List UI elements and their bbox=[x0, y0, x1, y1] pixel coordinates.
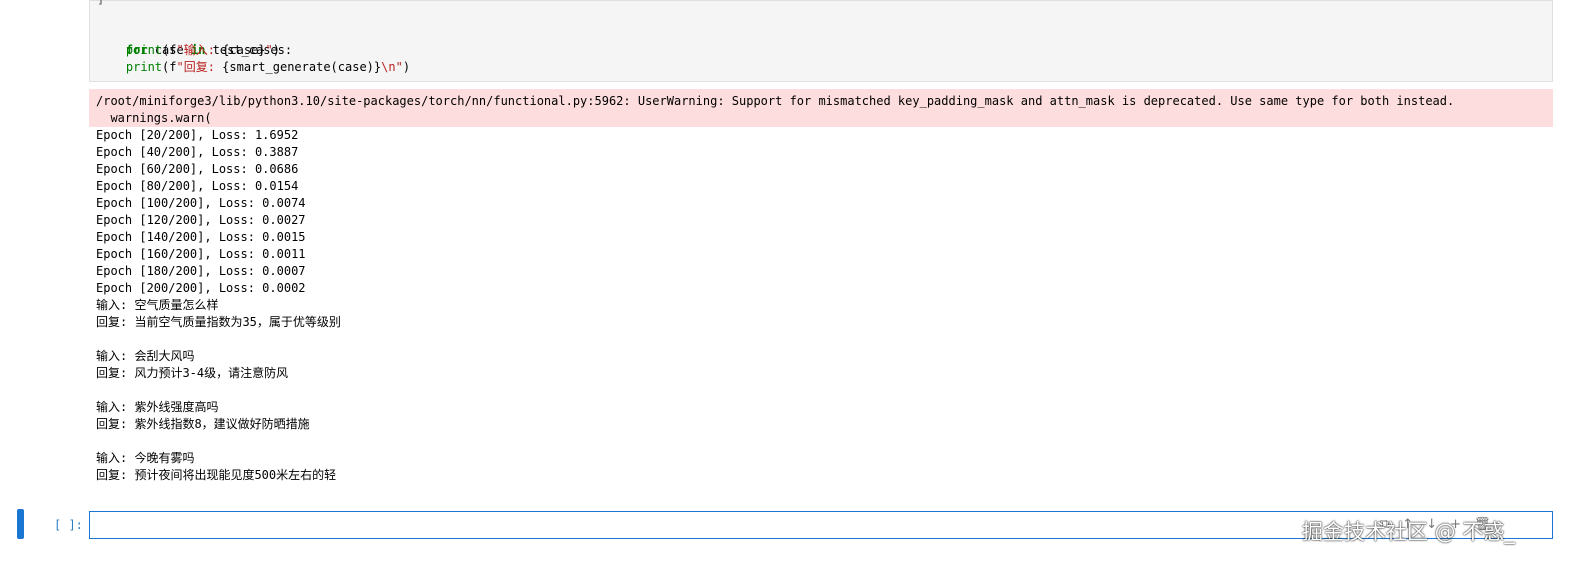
output-line: 输入: 今晚有雾吗 bbox=[96, 451, 195, 465]
output-line: 回复: 紫外线指数8，建议做好防晒措施 bbox=[96, 417, 310, 431]
output-line: Epoch [200/200], Loss: 0.0002 bbox=[96, 281, 306, 295]
stderr-line-1: /root/miniforge3/lib/python3.10/site-pac… bbox=[96, 94, 1455, 108]
stderr-line-2: warnings.warn( bbox=[96, 111, 212, 125]
output-line: Epoch [40/200], Loss: 0.3887 bbox=[96, 145, 299, 159]
output-line: 回复: 风力预计3-4级，请注意防风 bbox=[96, 366, 289, 380]
output-line: 输入: 空气质量怎么样 bbox=[96, 298, 219, 312]
output-line: 输入: 会刮大风吗 bbox=[96, 349, 195, 363]
output-line: 回复: 预计夜间将出现能见度500米左右的轻 bbox=[96, 468, 337, 482]
code-string-1: "输入: bbox=[176, 43, 223, 57]
code-line-3: for case in test_cases: bbox=[125, 43, 293, 57]
code-line-5: print(f"回复: {smart_generate(case)}\n") bbox=[125, 60, 411, 74]
output-line: Epoch [180/200], Loss: 0.0007 bbox=[96, 264, 306, 278]
code-print-1: print bbox=[125, 43, 163, 57]
output-line: Epoch [20/200], Loss: 1.6952 bbox=[96, 128, 299, 142]
output-line: Epoch [80/200], Loss: 0.0154 bbox=[96, 179, 299, 193]
output-line: 输入: 紫外线强度高吗 bbox=[96, 400, 219, 414]
code-print-2: print bbox=[125, 60, 163, 74]
code-string-1b: " bbox=[265, 43, 273, 57]
output-line: 回复: 当前空气质量指数为35，属于优等级别 bbox=[96, 315, 341, 329]
code-cell-input[interactable]: ] for case in test_cases: print(f"输入: {c… bbox=[89, 0, 1553, 82]
code-string-2: "回复: bbox=[176, 60, 223, 74]
active-cell-indicator bbox=[17, 509, 24, 539]
watermark: 掘金技术社区 @ 不惑_ bbox=[1302, 520, 1515, 544]
code-string-2b: \n" bbox=[381, 60, 403, 74]
output-line: Epoch [60/200], Loss: 0.0686 bbox=[96, 162, 299, 176]
stderr-output: /root/miniforge3/lib/python3.10/site-pac… bbox=[89, 89, 1553, 127]
cell-prompt: [ ]: bbox=[54, 518, 83, 532]
output-line: Epoch [100/200], Loss: 0.0074 bbox=[96, 196, 306, 210]
output-line: Epoch [120/200], Loss: 0.0027 bbox=[96, 213, 306, 227]
output-line: Epoch [140/200], Loss: 0.0015 bbox=[96, 230, 306, 244]
code-line-4: print(f"输入: {case}") bbox=[125, 43, 280, 57]
output-line: Epoch [160/200], Loss: 0.0011 bbox=[96, 247, 306, 261]
code-line-1: ] bbox=[97, 0, 104, 8]
